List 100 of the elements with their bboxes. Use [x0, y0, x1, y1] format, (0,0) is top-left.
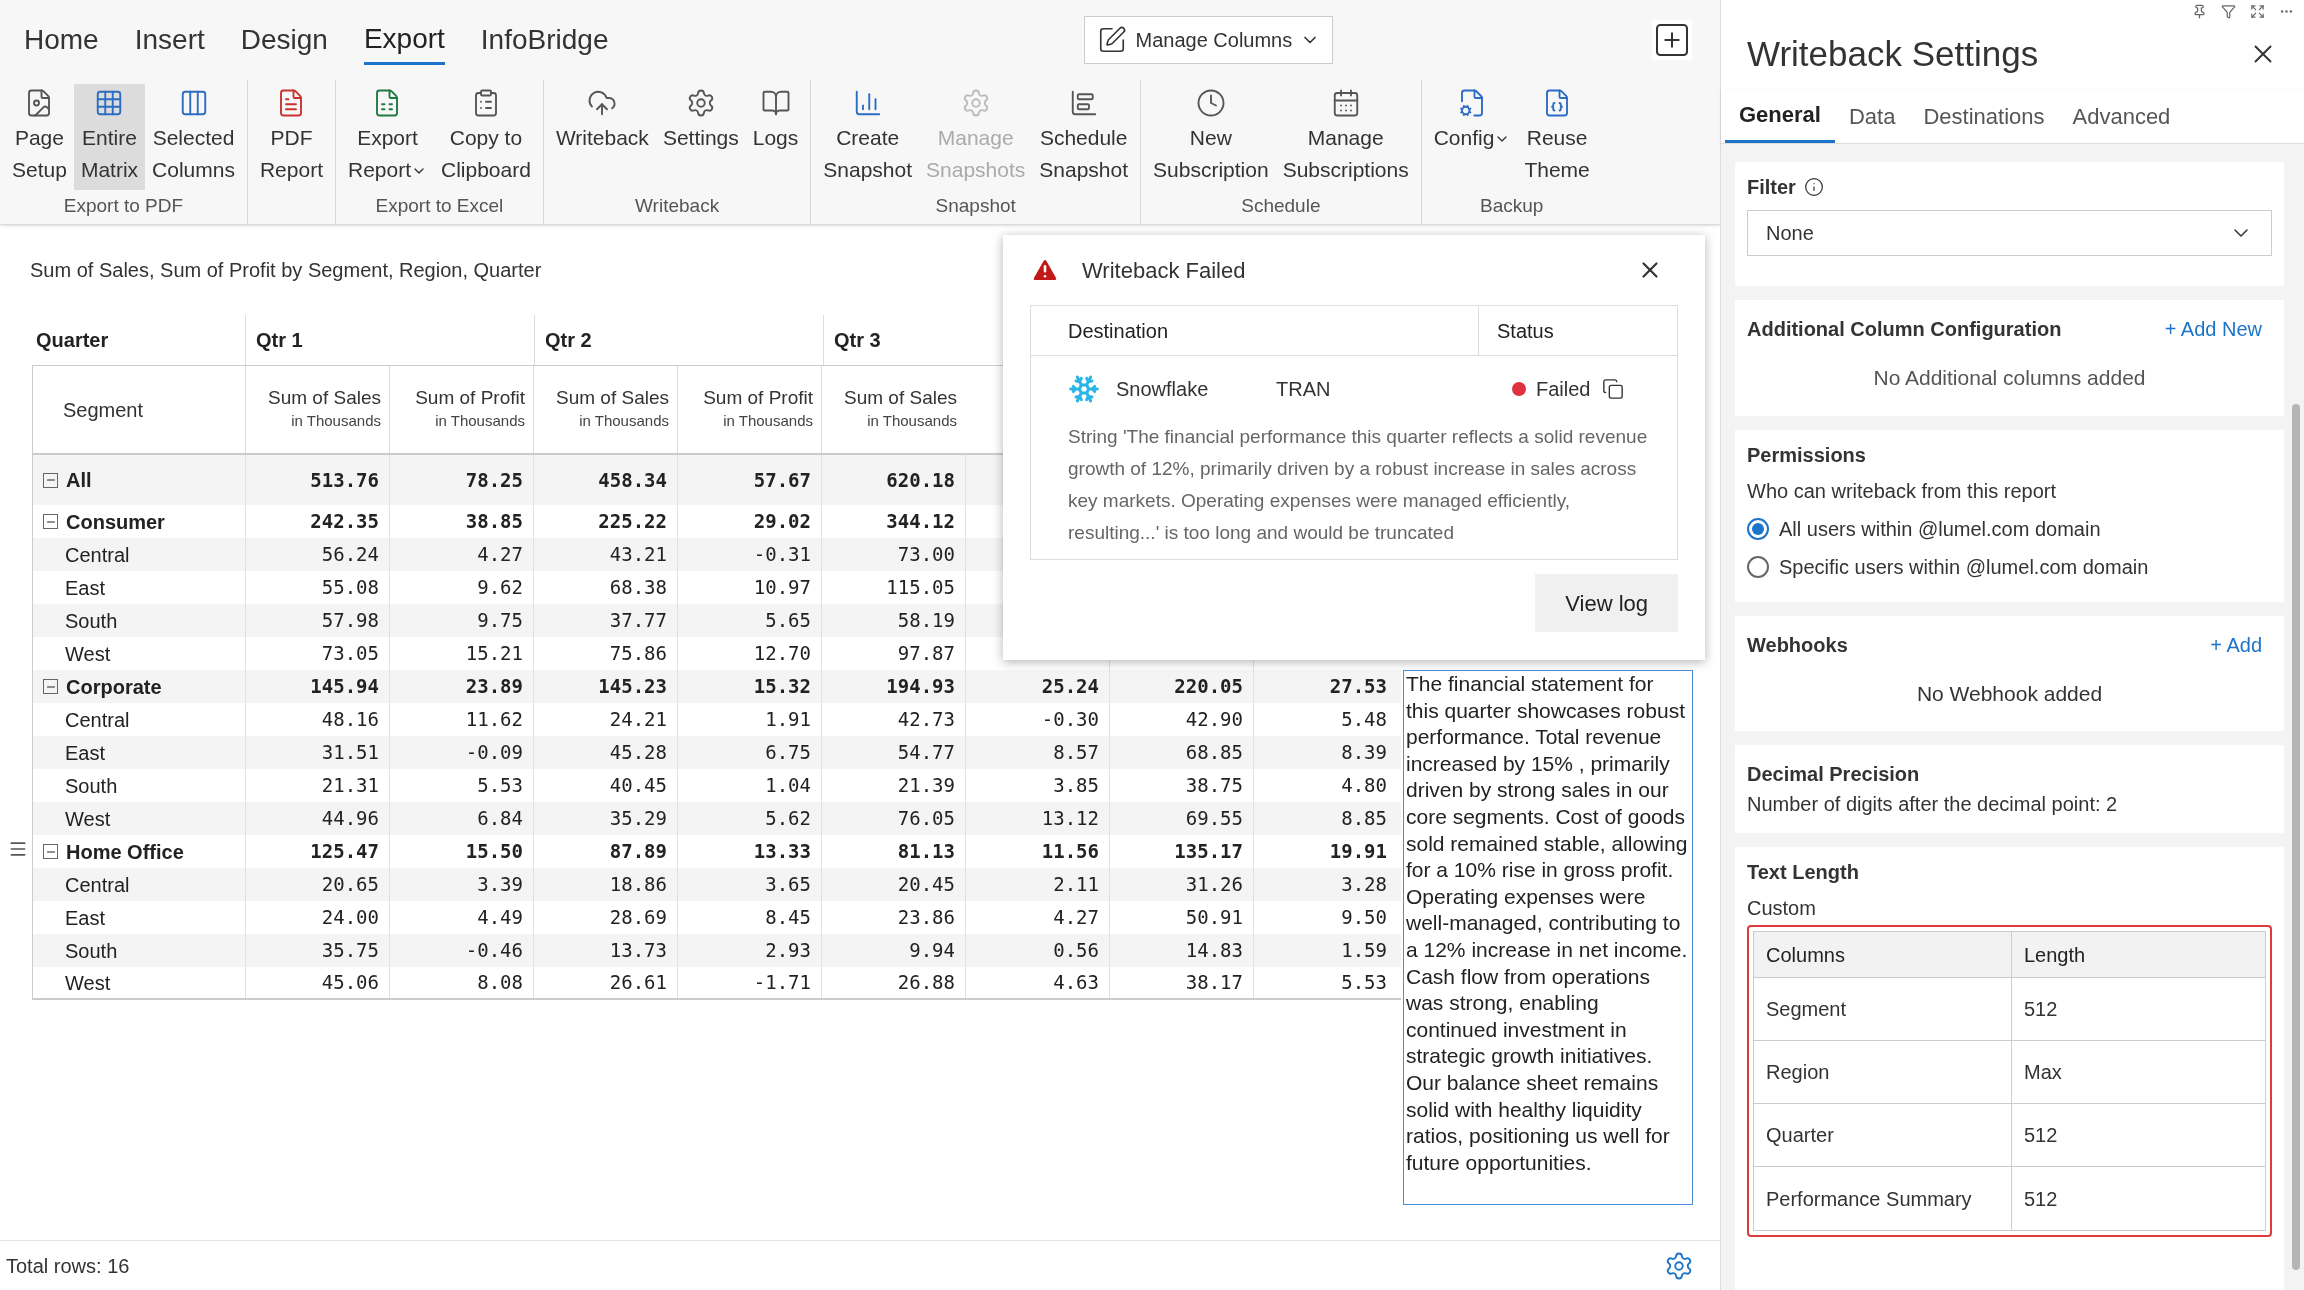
table-cell-text: 8.57	[1053, 740, 1099, 766]
table-cell-text: 9.75	[477, 608, 523, 634]
manage-columns-button[interactable]: Manage Columns	[1084, 16, 1334, 64]
table-cell-text: 10.97	[753, 575, 811, 601]
measure-header: Sum of Sales	[844, 386, 957, 411]
table-cell-text: 5.53	[477, 773, 523, 799]
summary-editor[interactable]: The financial statement for this quarter showcases robust performance. Total revenue increased by 15% , primarily driven by strong sales in our core segments. Cost of goods sold remained stable, allowing for a 10% rise in gross profit. Operating expenses were well-managed, contributing to a 12% increase in net income. Cash flow from operations was strong, enabling continued investment in strategic growth initiatives. Our balance sheet remains solid with healthy liquidity ratios, positioning us well for future opportunities.	[1403, 670, 1693, 1205]
copy-icon[interactable]	[1602, 377, 1625, 400]
collapse-toggle[interactable]	[43, 514, 58, 529]
add-new-link[interactable]: + Add New	[2164, 314, 2272, 344]
ribbon-button[interactable]: Copy to Clipboard	[434, 84, 538, 190]
column-header: Qtr 2	[534, 315, 823, 365]
ribbon-button[interactable]: Selected Columns	[145, 84, 242, 190]
table-cell-text: 5.62	[765, 806, 811, 832]
settings-tab[interactable]: Advanced	[2058, 89, 2185, 143]
column-header: Qtr 1	[245, 315, 534, 365]
ribbon-button[interactable]: Settings	[655, 84, 746, 158]
menu-tab[interactable]: InfoBridge	[480, 15, 609, 65]
row-label: Central	[64, 872, 130, 898]
table-cell-text: 50.91	[1185, 905, 1243, 931]
ribbon-button[interactable]: Manage Subscriptions	[1275, 84, 1416, 190]
collapse-toggle[interactable]	[43, 844, 58, 859]
view-log-button[interactable]: View log	[1535, 574, 1678, 632]
table-cell-text: 13.73	[609, 938, 667, 964]
ribbon-button[interactable]: Schedule Snapshot	[1032, 84, 1136, 190]
ribbon-button[interactable]: Page Setup	[5, 84, 74, 190]
ribbon-group-label: Writeback	[635, 193, 720, 218]
table-cell-text: 14.83	[1185, 938, 1243, 964]
expand-icon[interactable]	[2250, 4, 2265, 19]
section-title: Text Length	[1747, 860, 1860, 885]
table-cell-text: 3.65	[765, 872, 811, 898]
info-icon[interactable]	[1803, 177, 1824, 197]
menu-tab[interactable]: Export	[363, 15, 445, 65]
table-cell: Performance Summary	[1754, 1167, 2012, 1230]
settings-icon[interactable]	[1664, 1250, 1694, 1281]
table-cell-text: 9.94	[909, 938, 955, 964]
scrollbar[interactable]	[2292, 404, 2300, 1270]
pin-icon[interactable]	[2192, 4, 2207, 19]
table-cell-text: 8.39	[1341, 740, 1387, 766]
collapse-toggle[interactable]	[43, 679, 58, 694]
table-cell-text: 0.56	[1053, 938, 1099, 964]
ribbon-button[interactable]: Config	[1426, 84, 1518, 158]
filter-icon[interactable]	[2221, 4, 2236, 19]
radio-button[interactable]	[1747, 555, 1769, 578]
ribbon-button[interactable]: New Subscription	[1146, 84, 1276, 190]
table-cell-text: 5.53	[1341, 970, 1387, 996]
table-cell-text: 31.51	[321, 740, 379, 766]
ribbon-button[interactable]: Export Report	[340, 84, 434, 190]
table-cell-text: 43.21	[609, 542, 667, 568]
ribbon-button[interactable]: Entire Matrix	[73, 84, 146, 190]
table-cell-text: 512	[2023, 997, 2058, 1022]
table-cell-text: 344.12	[886, 509, 955, 535]
filter-dropdown[interactable]: None	[1747, 210, 2272, 256]
collapse-toggle[interactable]	[43, 472, 58, 488]
table-cell-text: 9.62	[477, 575, 523, 601]
ribbon-button[interactable]: Reuse Theme	[1517, 84, 1597, 190]
table-cell-text: 513.76	[310, 467, 379, 493]
table-cell-text: 1.04	[765, 773, 811, 799]
row-label: West	[64, 641, 111, 667]
drag-handle-icon[interactable]	[8, 839, 28, 859]
settings-tab[interactable]: Destinations	[1909, 89, 2059, 143]
table-cell-text: 125.47	[310, 839, 379, 865]
column-header: Quarter	[35, 328, 110, 353]
table-cell-text: 38.75	[1185, 773, 1243, 799]
unit-label: in Thousands	[291, 411, 381, 432]
table-cell-text: 242.35	[310, 509, 379, 535]
column-header: Columns	[1754, 932, 2012, 977]
menu-tab[interactable]: Design	[240, 15, 328, 65]
ribbon-button[interactable]: PDF Report	[252, 84, 330, 190]
ribbon-button[interactable]: Create Snapshot	[816, 84, 920, 190]
table-cell-text: 3.28	[1341, 872, 1387, 898]
empty-message: No Webhook added	[1915, 680, 2104, 707]
ribbon-button[interactable]: Writeback	[548, 84, 656, 158]
table-cell-text: 2.93	[765, 938, 811, 964]
table-cell-text: 12.70	[753, 641, 811, 667]
table-cell-text: 23.89	[465, 674, 523, 700]
section-title: Decimal Precision	[1747, 762, 1921, 787]
ribbon-button[interactable]: Logs	[745, 84, 806, 158]
snowflake-icon	[1068, 372, 1100, 405]
radio-button[interactable]	[1747, 517, 1769, 540]
table-cell-text: 76.05	[897, 806, 955, 832]
table-cell-text: -1.71	[753, 970, 811, 996]
table-cell-text: 48.16	[321, 707, 379, 733]
table-cell-text: 57.67	[753, 467, 811, 493]
table-cell-text: 24.00	[321, 905, 379, 931]
table-cell-text: 6.84	[477, 806, 523, 832]
row-label: South	[64, 608, 118, 634]
table-cell-text: 38.85	[465, 509, 523, 535]
table-cell-text: -0.46	[465, 938, 523, 964]
table-cell-text: 45.06	[321, 970, 379, 996]
table-cell-text: 73.00	[897, 542, 955, 568]
table-cell-text: 68.38	[609, 575, 667, 601]
section-title: Filter	[1747, 175, 1796, 200]
table-cell-text: 145.94	[310, 674, 379, 700]
menu-tab[interactable]: Insert	[134, 15, 205, 65]
panel-title: Writeback Settings	[1747, 32, 2039, 75]
add-link[interactable]: + Add	[2210, 629, 2272, 660]
menu-tab[interactable]: Home	[24, 15, 99, 65]
settings-tab[interactable]: Data	[1834, 89, 1910, 143]
add-panel-icon[interactable]	[1652, 20, 1692, 60]
